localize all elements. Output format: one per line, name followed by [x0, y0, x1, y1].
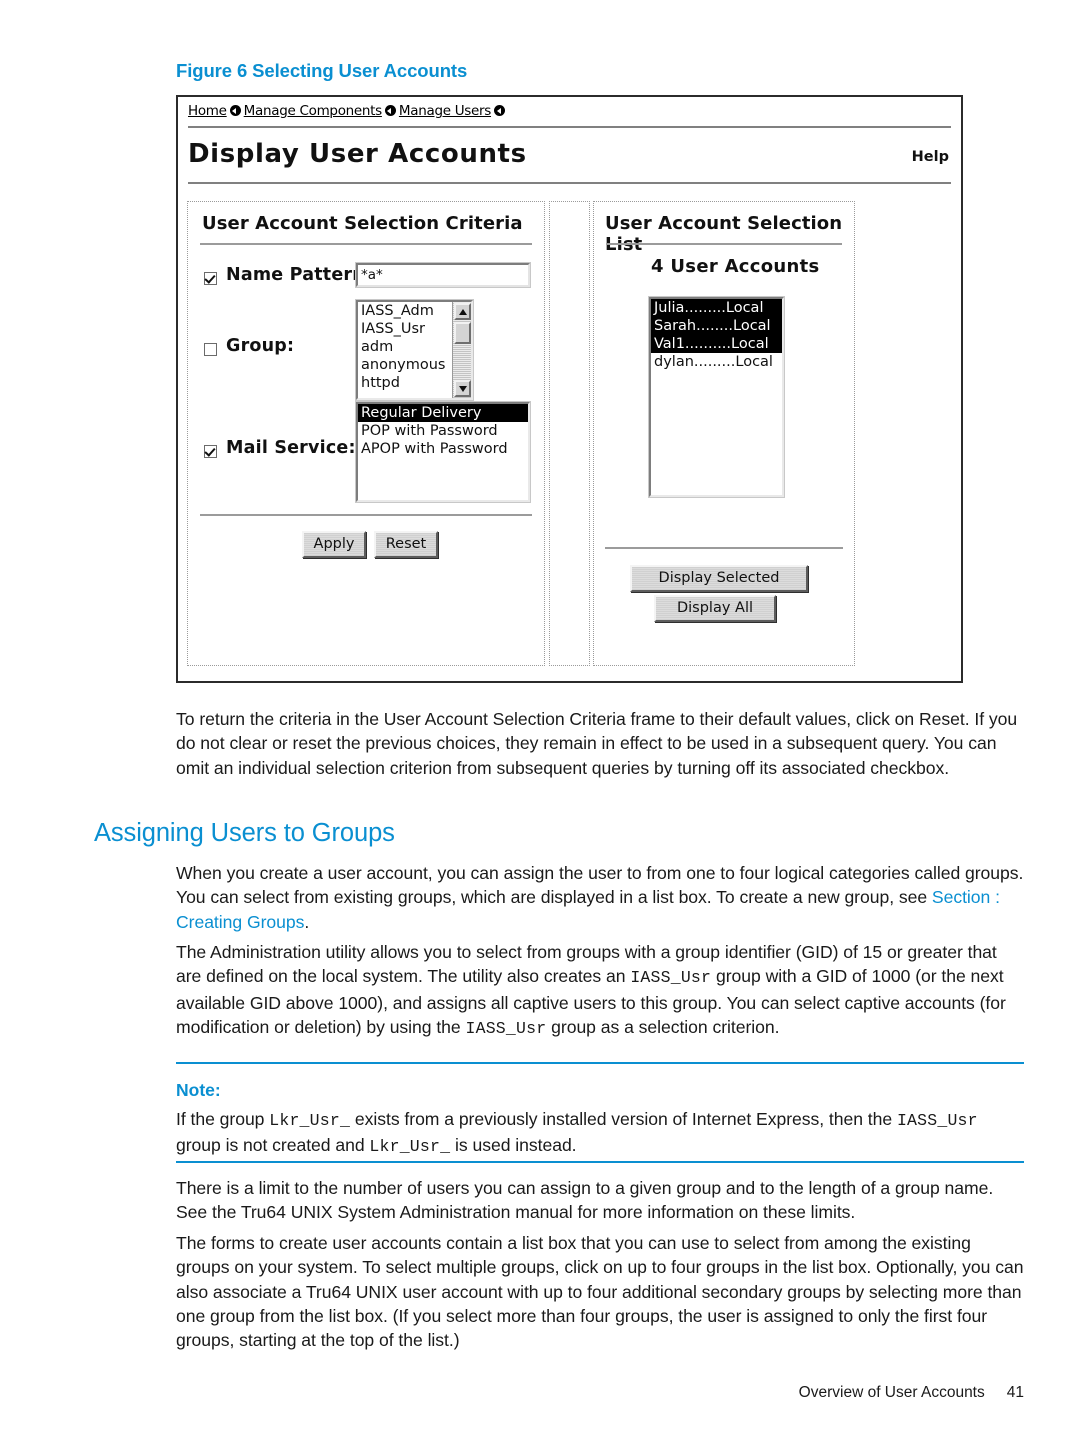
list-actions-divider [605, 547, 843, 549]
breadcrumb-item-manage-components[interactable]: Manage Components [244, 103, 383, 119]
mail-service-checkbox[interactable] [204, 445, 217, 458]
name-pattern-label: Name Pattern: [226, 265, 373, 285]
display-selected-button[interactable]: Display Selected [630, 565, 808, 592]
list-item[interactable]: Regular Delivery [358, 404, 528, 422]
user-account-selection-criteria-panel: User Account Selection Criteria Name Pat… [187, 201, 545, 666]
paragraph-text: group as a selection criterion. [546, 1016, 780, 1037]
user-account-selection-list-panel: User Account Selection List 4 User Accou… [593, 201, 855, 666]
paragraph-text: If the group [176, 1109, 270, 1129]
code-iass-usr: IASS_Usr [896, 1111, 978, 1130]
list-item[interactable]: APOP with Password [358, 440, 528, 458]
breadcrumb: Home Manage Components Manage Users [188, 103, 508, 119]
breadcrumb-arrow-icon [229, 105, 241, 116]
group-label: Group: [226, 336, 295, 356]
note-divider-bottom [176, 1161, 1024, 1163]
paragraph-text: is used instead. [450, 1135, 577, 1156]
header-divider-bottom [188, 182, 951, 184]
figure-number: Figure 6 [176, 60, 248, 81]
group-listbox[interactable]: IASS_Adm IASS_Usr adm anonymous httpd [355, 299, 474, 401]
paragraph-text: When you create a user account, you can … [176, 863, 1024, 908]
group-listbox-scrollbar[interactable] [452, 302, 471, 398]
paragraph-list-box-usage: The forms to create user accounts contai… [176, 1233, 1024, 1351]
application-screenshot: Home Manage Components Manage Users Displa… [176, 95, 963, 683]
breadcrumb-item-manage-users[interactable]: Manage Users [399, 103, 491, 119]
criteria-actions-divider [200, 514, 532, 516]
user-accounts-listbox[interactable]: Julia.........Local Sarah........Local V… [648, 296, 785, 498]
code-iass-usr: IASS_Usr [465, 1018, 547, 1038]
mail-service-listbox[interactable]: Regular Delivery POP with Password APOP … [355, 401, 531, 503]
paragraph-text: group is not created and [176, 1135, 370, 1156]
paragraph-groups-intro: When you create a user account, you can … [176, 861, 1024, 934]
scroll-down-icon[interactable] [454, 380, 471, 397]
figure-title: Selecting User Accounts [252, 60, 468, 81]
criteria-panel-divider [200, 243, 532, 245]
list-item[interactable]: Julia.........Local [651, 299, 782, 317]
help-link[interactable]: Help [912, 149, 949, 165]
footer-page-number: 41 [1006, 1384, 1024, 1401]
document-page: Figure 6 Selecting User Accounts Home Mana… [0, 0, 1080, 1438]
name-pattern-checkbox[interactable] [204, 272, 217, 285]
footer-chapter: Overview of User Accounts [798, 1384, 985, 1401]
figure-caption: Figure 6 Selecting User Accounts [176, 60, 467, 82]
paragraph-text: . [304, 911, 310, 932]
account-count-label: 4 User Accounts [651, 256, 820, 277]
paragraph-text: exists from a previously installed versi… [350, 1109, 897, 1129]
note-divider-top [176, 1062, 1024, 1064]
note-label: Note: [176, 1080, 221, 1100]
breadcrumb-arrow-icon [494, 105, 506, 116]
code-lkr-usr: Lkr_Usr_ [269, 1111, 351, 1130]
criteria-panel-heading: User Account Selection Criteria [202, 213, 523, 234]
reset-button[interactable]: Reset [374, 531, 438, 558]
list-item[interactable]: Sarah........Local [651, 317, 782, 335]
list-item[interactable]: POP with Password [358, 422, 528, 440]
paragraph-admin-utility: The Administration utility allows you to… [176, 940, 1024, 1041]
spacer-panel [549, 201, 590, 666]
name-pattern-input[interactable]: *a* [355, 262, 531, 288]
apply-button[interactable]: Apply [302, 531, 366, 558]
group-checkbox[interactable] [204, 343, 217, 356]
code-iass-usr: IASS_Usr [630, 968, 712, 988]
breadcrumb-item-home[interactable]: Home [188, 103, 227, 119]
list-panel-divider [606, 243, 842, 245]
breadcrumb-arrow-icon [384, 105, 396, 116]
header-divider-top [188, 126, 951, 128]
section-heading-assigning-users: Assigning Users to Groups [94, 819, 395, 847]
display-all-button[interactable]: Display All [654, 595, 776, 622]
mail-service-label: Mail Service: [226, 438, 356, 458]
note-body: If the group Lkr_Usr_ exists from a prev… [176, 1107, 1024, 1160]
list-item[interactable]: dylan.........Local [651, 353, 782, 371]
page-footer: Overview of User Accounts 41 [799, 1384, 1024, 1402]
list-item[interactable]: Val1..........Local [651, 335, 782, 353]
scroll-up-icon[interactable] [454, 303, 471, 320]
scrollbar-thumb[interactable] [454, 322, 471, 344]
page-title: Display User Accounts [188, 139, 527, 169]
list-panel-heading: User Account Selection List [605, 213, 843, 255]
paragraph-reset-info: To return the criteria in the User Accou… [176, 709, 1018, 778]
code-lkr-usr: Lkr_Usr_ [369, 1137, 451, 1157]
paragraph-group-limits: There is a limit to the number of users … [176, 1178, 994, 1223]
